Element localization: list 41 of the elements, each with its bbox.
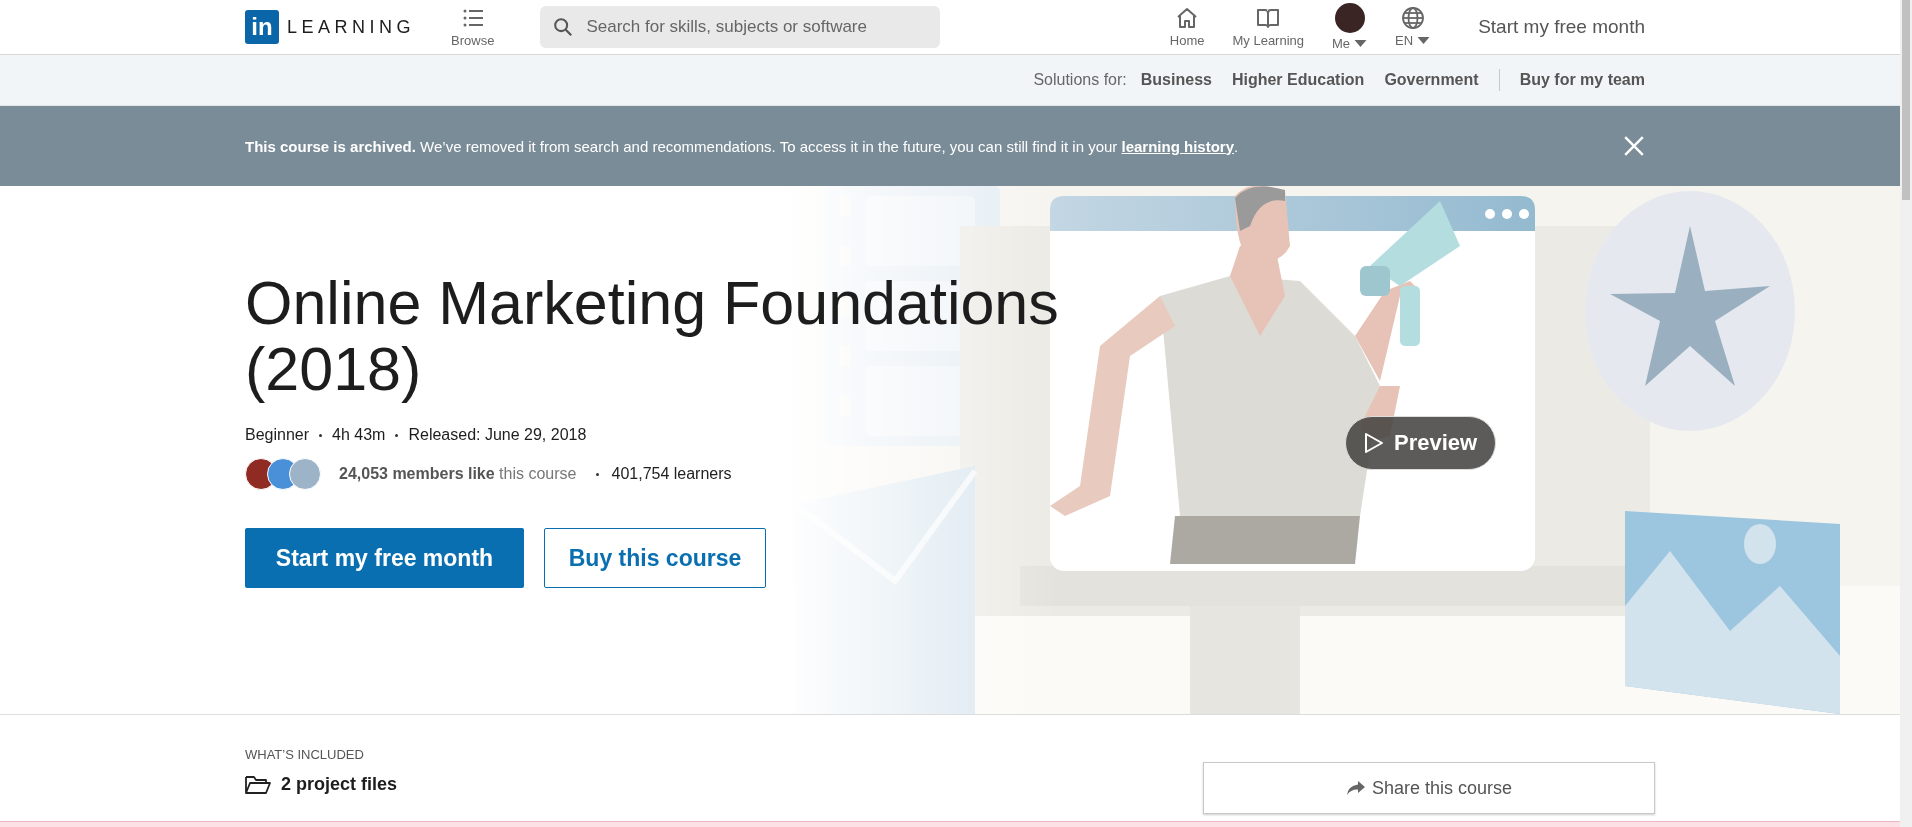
section-heading: WHAT’S INCLUDED — [245, 747, 365, 762]
member-avatar — [289, 458, 321, 490]
solutions-link[interactable]: Higher Education — [1231, 71, 1365, 89]
profile-menu[interactable]: Me — [1332, 3, 1368, 51]
learning-history-link[interactable]: learning history — [1121, 137, 1235, 155]
included-item: 2 project files — [281, 774, 398, 795]
learners-count: 401,754 learners — [611, 465, 732, 483]
course-meta: Beginner — [245, 426, 310, 444]
browse-button[interactable]: Browse — [451, 6, 495, 48]
course-meta: 4h 43m — [332, 426, 386, 444]
course-title: Online Marketing Foundations (2018) — [245, 270, 1060, 402]
share-icon — [1345, 780, 1366, 796]
separator-dot — [596, 472, 600, 476]
preview-button[interactable]: Preview — [1345, 416, 1497, 470]
nav-item[interactable]: Home — [1169, 6, 1205, 48]
likes-text: 24,053 members like this course — [339, 465, 577, 483]
start-free-month-button[interactable]: Start my free month — [245, 528, 524, 588]
buy-course-button[interactable]: Buy this course — [544, 528, 766, 588]
archive-notice: This course is archived. We’ve removed it from search and recommendations. To access it in the future, you can still find it in your learning history. — [245, 137, 1239, 155]
solutions-label: Solutions for: — [1033, 71, 1127, 89]
profile-avatar — [1334, 3, 1365, 33]
buy-for-team-link[interactable]: Buy for my team — [1519, 71, 1645, 89]
nav-item[interactable]: My Learning — [1232, 6, 1305, 48]
language-menu[interactable]: EN — [1395, 6, 1431, 48]
globe-icon — [1400, 6, 1425, 30]
start-free-month-link[interactable]: Start my free month — [1478, 16, 1645, 38]
close-button[interactable] — [1623, 135, 1645, 157]
share-button[interactable]: Share this course — [1203, 762, 1655, 814]
logo-mark[interactable]: in — [245, 10, 279, 44]
scrollbar[interactable] — [1900, 0, 1912, 827]
folder-icon — [245, 774, 271, 795]
play-icon — [1364, 432, 1384, 454]
solutions-link[interactable]: Business — [1140, 71, 1212, 89]
search-field[interactable]: Search for skills, subjects or software — [540, 6, 941, 48]
solutions-link[interactable]: Government — [1384, 71, 1479, 89]
separator-dot — [319, 433, 323, 437]
separator-dot — [395, 433, 399, 437]
logo-text[interactable]: LEARNING — [287, 16, 416, 38]
close-icon — [1623, 135, 1645, 157]
course-meta: Released: June 29, 2018 — [408, 426, 587, 444]
book-icon — [1256, 6, 1281, 30]
